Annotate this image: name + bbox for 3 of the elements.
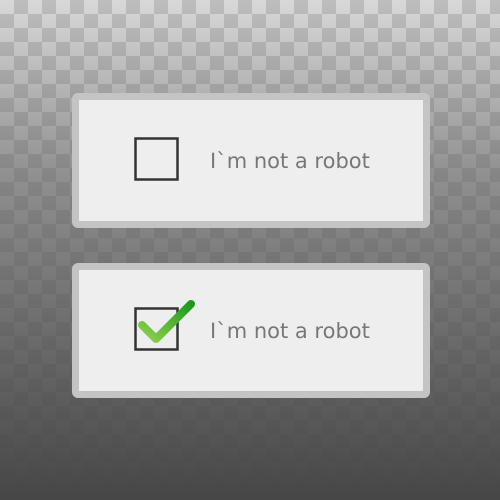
checkbox-label: I`m not a robot (210, 148, 370, 172)
checkbox-label: I`m not a robot (210, 318, 370, 342)
checkbox[interactable] (134, 298, 196, 350)
